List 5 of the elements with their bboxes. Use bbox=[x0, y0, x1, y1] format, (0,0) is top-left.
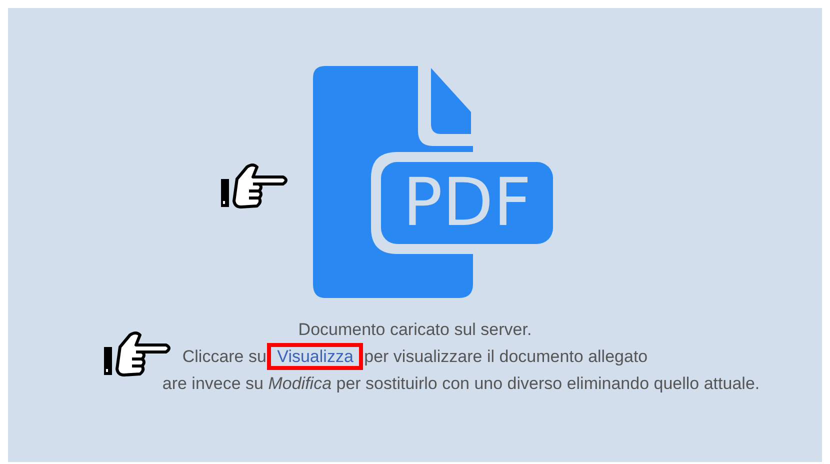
message-text: are invece su Modifica per sostituirlo con uno diverso eliminando quello attuale. bbox=[162, 373, 760, 395]
view-link[interactable]: Visualizza bbox=[277, 347, 354, 366]
message-text: Cliccare su Visualizza per visualizzare il documento allegato bbox=[182, 343, 648, 370]
file-type-badge: PDF bbox=[381, 162, 553, 244]
message-text: Documento caricato sul server. bbox=[298, 319, 532, 341]
